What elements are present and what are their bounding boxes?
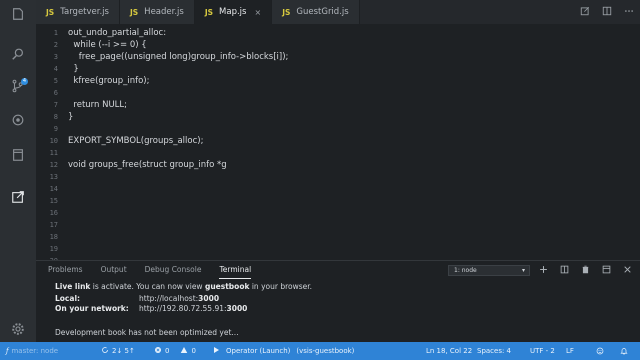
line-number: 7 xyxy=(53,101,58,109)
bottom-panel: Problems Output Debug Console Terminal 1… xyxy=(36,260,640,342)
error-icon xyxy=(154,346,162,356)
status-bar: ƒ master: node 2↓ 5↑ 0 0 Operator (Launc… xyxy=(0,342,640,360)
javascript-file-icon: JS xyxy=(46,7,55,17)
line-number: 4 xyxy=(53,65,58,73)
split-editor-icon[interactable] xyxy=(602,6,612,18)
add-terminal-icon[interactable] xyxy=(539,265,548,276)
error-count: 0 xyxy=(165,347,170,355)
line-number: 1 xyxy=(53,29,58,37)
launch-label: Operator (Launch) xyxy=(226,347,291,355)
javascript-file-icon: JS xyxy=(282,7,291,17)
line-number: 18 xyxy=(49,233,58,241)
code-line[interactable]: out_undo_partial_alloc: xyxy=(68,28,166,38)
feedback-icon[interactable] xyxy=(596,342,604,360)
terminal-live-link-line: Live link is activate. You can now view … xyxy=(55,282,313,291)
tab-map[interactable]: JS Map.js × xyxy=(194,0,273,24)
sync-label: 2↓ 5↑ xyxy=(112,347,135,355)
line-number: 12 xyxy=(49,161,58,169)
line-number: 13 xyxy=(49,173,58,181)
code-editor[interactable]: 1234567891011121314151617181920 out_undo… xyxy=(36,24,640,265)
terminal-note-line: Development book has not been optimized … xyxy=(55,328,239,337)
code-line[interactable]: kfree(group_info); xyxy=(68,76,149,86)
settings-icon[interactable] xyxy=(0,315,36,343)
line-number: 16 xyxy=(49,209,58,217)
code-line[interactable]: } xyxy=(68,64,78,74)
split-terminal-icon[interactable] xyxy=(560,265,569,276)
line-number: 9 xyxy=(53,125,58,133)
maximize-panel-icon[interactable] xyxy=(602,265,611,276)
close-icon[interactable]: × xyxy=(254,8,261,17)
tab-header[interactable]: JS Header.js xyxy=(119,0,195,24)
indentation[interactable]: Spaces: 4 xyxy=(477,342,511,360)
line-number: 2 xyxy=(53,41,58,49)
line-number: 3 xyxy=(53,53,58,61)
tab-label: Header.js xyxy=(144,7,184,17)
branch-indicator[interactable]: ƒ master: node xyxy=(6,342,58,360)
warning-icon xyxy=(180,346,188,356)
line-ending[interactable]: LF xyxy=(566,342,574,360)
remote-icon[interactable] xyxy=(0,183,36,211)
panel-tab-bar: Problems Output Debug Console Terminal xyxy=(36,261,252,279)
tab-output[interactable]: Output xyxy=(101,261,127,279)
play-icon xyxy=(212,346,220,356)
tab-problems[interactable]: Problems xyxy=(48,261,83,279)
line-number: 17 xyxy=(49,221,58,229)
line-number: 8 xyxy=(53,113,58,121)
tab-label: GuestGrid.js xyxy=(296,7,349,17)
line-number: 5 xyxy=(53,77,58,85)
code-line[interactable]: EXPORT_SYMBOL(groups_alloc); xyxy=(68,136,203,146)
extensions-icon[interactable] xyxy=(0,141,36,169)
terminal-network-line: On your network: http://192.80.72.55.91:3… xyxy=(55,304,248,313)
files-icon[interactable] xyxy=(0,0,36,28)
source-control-badge: 4 xyxy=(21,78,28,85)
sync-indicator[interactable]: 2↓ 5↑ xyxy=(101,342,135,360)
code-line[interactable]: } xyxy=(68,112,73,122)
editor-actions xyxy=(580,0,634,24)
open-changes-icon[interactable] xyxy=(580,6,590,18)
tab-targetver[interactable]: JS Targetver.js xyxy=(36,0,120,24)
tab-guestgrid[interactable]: JS GuestGrid.js xyxy=(272,0,360,24)
tab-label: Targetver.js xyxy=(60,7,109,17)
tab-debug-console[interactable]: Debug Console xyxy=(145,261,202,279)
editor-tab-bar: JS Targetver.js JS Header.js JS Map.js ×… xyxy=(36,0,640,24)
line-number: 11 xyxy=(49,149,58,157)
cursor-position[interactable]: Ln 18, Col 22 xyxy=(426,342,472,360)
problems-indicator[interactable]: 0 0 xyxy=(154,342,196,360)
notifications-icon[interactable] xyxy=(620,342,628,360)
line-number: 14 xyxy=(49,185,58,193)
terminal-local-line: Local: http://localhost:3000 xyxy=(55,294,220,303)
code-line[interactable]: return NULL; xyxy=(68,100,127,110)
javascript-file-icon: JS xyxy=(129,7,139,17)
javascript-file-icon: JS xyxy=(204,7,214,17)
line-number: 10 xyxy=(49,137,58,145)
launch-configuration[interactable]: Operator (Launch) (vsis-guestbook) xyxy=(212,342,354,360)
terminal-select-value: 1: node xyxy=(454,267,477,274)
terminal-select[interactable]: 1: node ▾ xyxy=(448,265,530,276)
git-branch-icon: ƒ xyxy=(6,347,9,355)
search-icon[interactable] xyxy=(0,40,36,68)
more-actions-icon[interactable] xyxy=(624,6,634,18)
trash-icon[interactable] xyxy=(581,265,590,276)
source-control-icon[interactable]: 4 xyxy=(0,72,36,100)
workspace-label: (vsis-guestbook) xyxy=(296,347,355,355)
tab-label: Map.js xyxy=(219,7,247,17)
code-line[interactable]: while (--i >= 0) { xyxy=(68,40,146,50)
warning-count: 0 xyxy=(191,347,196,355)
code-line[interactable]: free_page((unsigned long)group_info->blo… xyxy=(68,52,289,62)
chevron-down-icon: ▾ xyxy=(521,267,525,274)
debug-icon[interactable] xyxy=(0,106,36,134)
panel-actions xyxy=(539,261,632,279)
branch-label: master: node xyxy=(11,347,59,355)
activity-bar: 4 xyxy=(0,0,36,342)
line-number: 15 xyxy=(49,197,58,205)
encoding[interactable]: UTF - 2 xyxy=(530,342,555,360)
code-line[interactable]: void groups_free(struct group_info *g xyxy=(68,160,227,170)
sync-icon xyxy=(101,346,109,356)
close-panel-icon[interactable] xyxy=(623,265,632,276)
line-number: 19 xyxy=(49,245,58,253)
tab-terminal[interactable]: Terminal xyxy=(219,261,252,279)
line-number: 6 xyxy=(53,89,58,97)
